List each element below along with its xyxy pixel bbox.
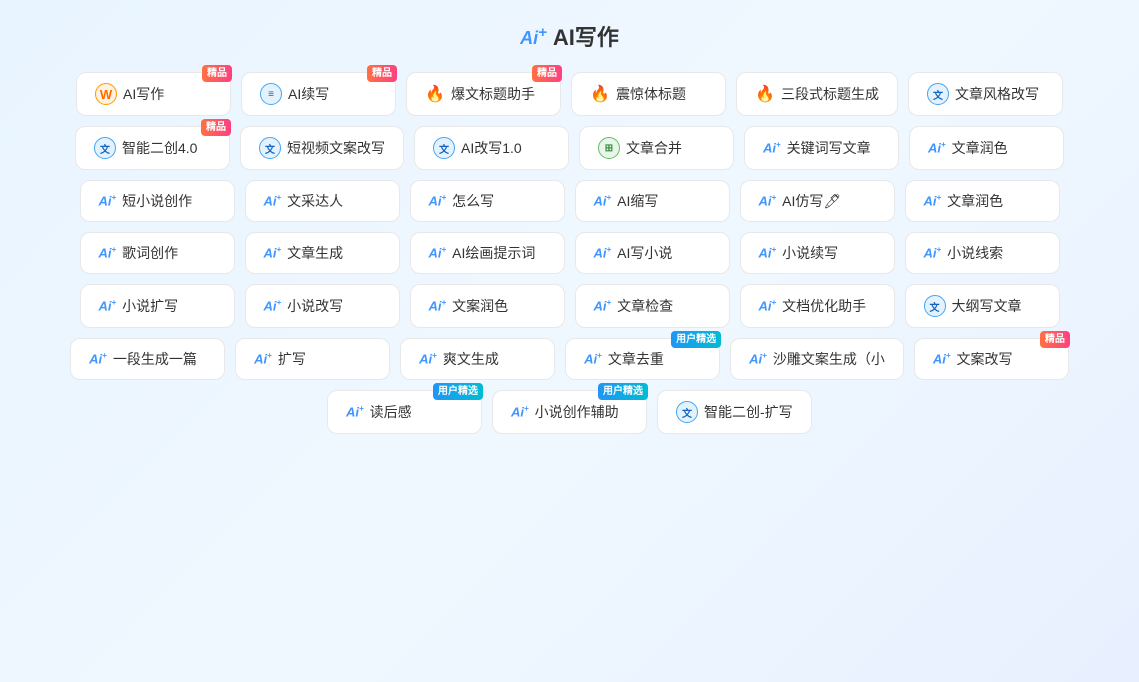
tool-label: 沙雕文案生成（小 bbox=[773, 349, 885, 369]
tool-label: 文章生成 bbox=[287, 243, 343, 263]
badge: 用户精选 bbox=[598, 383, 648, 400]
tool-label: 震惊体标题 bbox=[616, 84, 686, 104]
tool-label: 扩写 bbox=[278, 349, 306, 369]
tool-article-dedup[interactable]: 用户精选Ai+文章去重 bbox=[565, 338, 720, 380]
tool-article-polish[interactable]: Ai+文章润色 bbox=[909, 126, 1064, 170]
tool-one-para[interactable]: Ai+一段生成一篇 bbox=[70, 338, 225, 380]
tool-article-merge[interactable]: ⊞文章合并 bbox=[579, 126, 734, 170]
tool-copy-polish[interactable]: Ai+文案润色 bbox=[410, 284, 565, 328]
tool-article-check[interactable]: Ai+文章检查 bbox=[575, 284, 730, 328]
tool-how-write[interactable]: Ai+怎么写 bbox=[410, 180, 565, 222]
tool-outline-write[interactable]: 文大纲写文章 bbox=[905, 284, 1060, 328]
grid-row-0: 精品WAI写作精品≡AI续写精品🔥爆文标题助手🔥震惊体标题🔥三段式标题生成文文章… bbox=[30, 72, 1110, 116]
tool-ai-rewrite[interactable]: 文AI改写1.0 bbox=[414, 126, 569, 170]
badge: 用户精选 bbox=[433, 383, 483, 400]
tool-label: AI绘画提示词 bbox=[452, 243, 535, 263]
tool-ai-summary[interactable]: Ai+AI缩写 bbox=[575, 180, 730, 222]
tool-label: 怎么写 bbox=[452, 191, 494, 211]
tool-label: 文章润色 bbox=[952, 138, 1008, 158]
tool-label: AI写小说 bbox=[617, 243, 672, 263]
tool-label: 文案润色 bbox=[452, 296, 508, 316]
tool-ai-draw-prompt[interactable]: Ai+AI绘画提示词 bbox=[410, 232, 565, 274]
tool-label: 文采达人 bbox=[287, 191, 343, 211]
tool-ai-continue[interactable]: 精品≡AI续写 bbox=[241, 72, 396, 116]
tool-explode-title[interactable]: 精品🔥爆文标题助手 bbox=[406, 72, 561, 116]
grid-row-4: Ai+小说扩写Ai+小说改写Ai+文案润色Ai+文章检查Ai+文档优化助手文大纲… bbox=[30, 284, 1110, 328]
tool-label: 一段生成一篇 bbox=[113, 349, 197, 369]
tool-label: 小说续写 bbox=[782, 243, 838, 263]
grid-row-6: 用户精选Ai+读后感用户精选Ai+小说创作辅助文智能二创-扩写 bbox=[30, 390, 1110, 434]
tool-expand[interactable]: Ai+扩写 bbox=[235, 338, 390, 380]
tool-label: 文案改写 bbox=[957, 349, 1013, 369]
tool-article-gen[interactable]: Ai+文章生成 bbox=[245, 232, 400, 274]
tool-label: AI写作 bbox=[123, 84, 164, 104]
tool-literary[interactable]: Ai+文采达人 bbox=[245, 180, 400, 222]
tool-label: 文档优化助手 bbox=[782, 296, 866, 316]
tool-label: AI续写 bbox=[288, 84, 329, 104]
badge: 精品 bbox=[1040, 331, 1070, 348]
tool-label: 爆文标题助手 bbox=[451, 84, 535, 104]
tool-novel-assist[interactable]: 用户精选Ai+小说创作辅助 bbox=[492, 390, 647, 434]
tool-short-video[interactable]: 文短视频文案改写 bbox=[240, 126, 404, 170]
tool-keyword-article[interactable]: Ai+关键词写文章 bbox=[744, 126, 899, 170]
tool-doc-optimize[interactable]: Ai+文档优化助手 bbox=[740, 284, 895, 328]
badge: 精品 bbox=[532, 65, 562, 82]
tool-label: 文章去重 bbox=[608, 349, 664, 369]
tool-lyric[interactable]: Ai+歌词创作 bbox=[80, 232, 235, 274]
grid-row-5: Ai+一段生成一篇Ai+扩写Ai+爽文生成用户精选Ai+文章去重Ai+沙雕文案生… bbox=[30, 338, 1110, 380]
tool-novel-continue[interactable]: Ai+小说续写 bbox=[740, 232, 895, 274]
tool-shock-title[interactable]: 🔥震惊体标题 bbox=[571, 72, 726, 116]
tool-smart-create2[interactable]: 文智能二创-扩写 bbox=[657, 390, 812, 434]
tool-copy-rewrite[interactable]: 精品Ai+文案改写 bbox=[914, 338, 1069, 380]
tool-label: 文章检查 bbox=[617, 296, 673, 316]
tool-label: 三段式标题生成 bbox=[781, 84, 879, 104]
badge: 精品 bbox=[367, 65, 397, 82]
tool-novel-rewrite[interactable]: Ai+小说改写 bbox=[245, 284, 400, 328]
tool-novel-expand[interactable]: Ai+小说扩写 bbox=[80, 284, 235, 328]
tool-novel-clue[interactable]: Ai+小说线索 bbox=[905, 232, 1060, 274]
tool-ai-imitate[interactable]: Ai+AI仿写🖊 bbox=[740, 180, 895, 222]
tool-label: 大纲写文章 bbox=[952, 296, 1022, 316]
tool-label: 读后感 bbox=[370, 402, 412, 422]
tool-label: 小说创作辅助 bbox=[535, 402, 619, 422]
tool-label: AI改写1.0 bbox=[461, 138, 522, 158]
tool-ai-novel-write[interactable]: Ai+AI写小说 bbox=[575, 232, 730, 274]
page-title: Ai+ AI写作 bbox=[520, 20, 619, 52]
tool-label: 小说改写 bbox=[287, 296, 343, 316]
tool-label: AI缩写 bbox=[617, 191, 658, 211]
grid-row-3: Ai+歌词创作Ai+文章生成Ai+AI绘画提示词Ai+AI写小说Ai+小说续写A… bbox=[30, 232, 1110, 274]
tool-label: 短小说创作 bbox=[122, 191, 192, 211]
tool-label: 文章合并 bbox=[626, 138, 682, 158]
tool-article-style[interactable]: 文文章风格改写 bbox=[908, 72, 1063, 116]
tools-grid: 精品WAI写作精品≡AI续写精品🔥爆文标题助手🔥震惊体标题🔥三段式标题生成文文章… bbox=[30, 72, 1110, 434]
tool-label: 文章润色 bbox=[947, 191, 1003, 211]
tool-fun-gen[interactable]: Ai+爽文生成 bbox=[400, 338, 555, 380]
tool-article-polish2[interactable]: Ai+文章润色 bbox=[905, 180, 1060, 222]
tool-label: 智能二创-扩写 bbox=[704, 402, 793, 422]
tool-label: 关键词写文章 bbox=[787, 138, 871, 158]
badge: 精品 bbox=[202, 65, 232, 82]
tool-smart-create[interactable]: 精品文智能二创4.0 bbox=[75, 126, 230, 170]
grid-row-1: 精品文智能二创4.0文短视频文案改写文AI改写1.0⊞文章合并Ai+关键词写文章… bbox=[30, 126, 1110, 170]
tool-label: 小说扩写 bbox=[122, 296, 178, 316]
tool-label: 文章风格改写 bbox=[955, 84, 1039, 104]
tool-read-feel[interactable]: 用户精选Ai+读后感 bbox=[327, 390, 482, 434]
tool-label: 短视频文案改写 bbox=[287, 138, 385, 158]
tool-label: 智能二创4.0 bbox=[122, 138, 197, 158]
tool-ai-writing[interactable]: 精品WAI写作 bbox=[76, 72, 231, 116]
tool-short-novel[interactable]: Ai+短小说创作 bbox=[80, 180, 235, 222]
tool-three-title[interactable]: 🔥三段式标题生成 bbox=[736, 72, 898, 116]
tool-label: AI仿写🖊 bbox=[782, 191, 841, 211]
tool-label: 小说线索 bbox=[947, 243, 1003, 263]
grid-row-2: Ai+短小说创作Ai+文采达人Ai+怎么写Ai+AI缩写Ai+AI仿写🖊Ai+文… bbox=[30, 180, 1110, 222]
tool-label: 歌词创作 bbox=[122, 243, 178, 263]
tool-label: 爽文生成 bbox=[443, 349, 499, 369]
badge: 用户精选 bbox=[671, 331, 721, 348]
badge: 精品 bbox=[201, 119, 231, 136]
tool-sand-copy[interactable]: Ai+沙雕文案生成（小 bbox=[730, 338, 904, 380]
